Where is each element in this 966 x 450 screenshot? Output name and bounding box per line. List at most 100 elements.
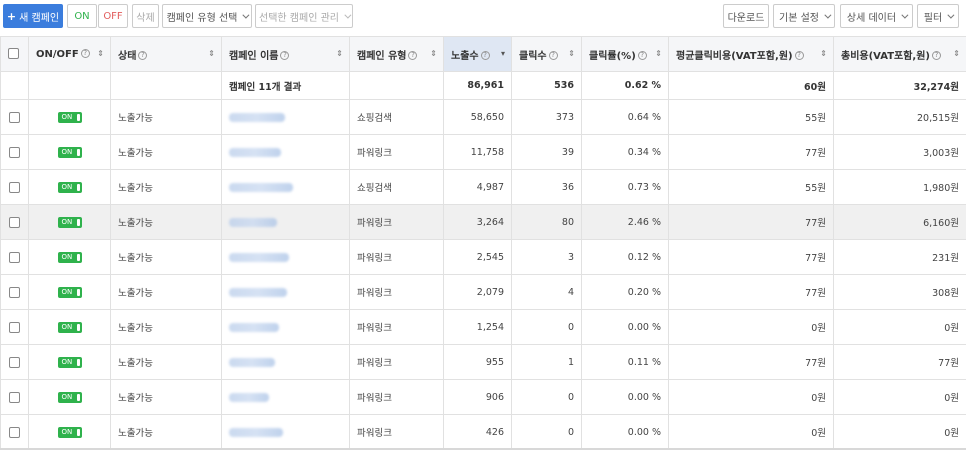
filter-dropdown[interactable]: 필터 [917,4,959,28]
detail-data-dropdown[interactable]: 상세 데이터 [840,4,913,28]
basic-settings-label: 기본 설정 [779,12,819,24]
table-row[interactable]: ON 노출가능 파워링크 1,254 0 0.00 % 0원 0원 [0,309,966,345]
campaign-name-link[interactable] [229,427,283,437]
onoff-toggle[interactable]: ON [57,392,82,403]
sort-desc-icon[interactable]: ▾ [501,49,505,58]
campaign-name-cell[interactable] [221,99,350,135]
column-header-name[interactable]: 캠페인 이름? ⇕ [221,36,350,72]
row-checkbox[interactable] [9,216,20,228]
campaign-name-link[interactable] [229,252,289,262]
campaign-type-select[interactable]: 캠페인 유형 선택 [162,4,252,28]
column-header-onoff[interactable]: ON/OFF? ⇕ [28,36,111,72]
help-icon[interactable]: ? [408,51,418,60]
onoff-toggle[interactable]: ON [57,147,82,158]
download-button[interactable]: 다운로드 [723,4,769,28]
total-cost-cell: 6,160원 [833,204,966,240]
campaign-name-link[interactable] [229,357,275,367]
sort-icon[interactable]: ⇕ [430,49,437,58]
campaign-name-cell[interactable] [221,239,350,275]
campaign-name-cell[interactable] [221,309,350,345]
table-row[interactable]: ON 노출가능 파워링크 906 0 0.00 % 0원 0원 [0,379,966,415]
onoff-toggle[interactable]: ON [57,112,82,123]
help-icon[interactable]: ? [637,51,647,60]
sort-icon[interactable]: ⇕ [568,49,575,58]
row-checkbox[interactable] [9,111,20,123]
sort-icon[interactable]: ⇕ [97,49,104,58]
row-checkbox[interactable] [9,181,20,193]
column-header-impressions[interactable]: 노출수? ▾ [443,36,512,72]
column-header-clicks[interactable]: 클릭수? ⇕ [511,36,582,72]
column-header-status[interactable]: 상태? ⇕ [110,36,222,72]
help-icon[interactable]: ? [548,51,558,60]
sort-icon[interactable]: ⇕ [655,49,662,58]
total-cost-cell: 0원 [833,309,966,345]
onoff-toggle[interactable]: ON [57,182,82,193]
column-header-avg-cpc[interactable]: 평균클릭비용(VAT포함,원)? ⇕ [668,36,834,72]
campaign-name-cell[interactable] [221,379,350,415]
row-select-cell [0,204,29,240]
row-checkbox[interactable] [9,146,20,158]
impressions-cell: 1,254 [443,309,512,345]
column-header-ctr[interactable]: 클릭률(%)? ⇕ [581,36,669,72]
campaign-name-link[interactable] [229,287,287,297]
row-checkbox[interactable] [9,356,20,368]
campaign-name-cell[interactable] [221,134,350,170]
status-cell: 노출가능 [110,204,222,240]
sort-icon[interactable]: ⇕ [336,49,343,58]
ctr-cell: 0.00 % [581,309,669,345]
onoff-toggle[interactable]: ON [57,287,82,298]
new-campaign-button[interactable]: + 새 캠페인 [3,4,63,28]
help-icon[interactable]: ? [480,51,490,60]
table-row[interactable]: ON 노출가능 파워링크 2,545 3 0.12 % 77원 231원 [0,239,966,275]
campaign-name-cell[interactable] [221,344,350,380]
campaign-name-link[interactable] [229,322,279,332]
campaign-name-link[interactable] [229,112,285,122]
campaign-name-cell[interactable] [221,204,350,240]
select-all-checkbox[interactable] [8,48,19,60]
onoff-toggle[interactable]: ON [57,252,82,263]
campaign-name-link[interactable] [229,392,269,402]
row-checkbox[interactable] [9,286,20,298]
row-checkbox[interactable] [9,391,20,403]
onoff-toggle[interactable]: ON [57,427,82,438]
row-checkbox[interactable] [9,426,20,438]
basic-settings-dropdown[interactable]: 기본 설정 [773,4,835,28]
column-header-total-cost[interactable]: 총비용(VAT포함,원)? ⇕ [833,36,966,72]
ctr-cell: 0.20 % [581,274,669,310]
manage-selected-dropdown[interactable]: 선택한 캠페인 관리 [255,4,353,28]
table-row[interactable]: ON 노출가능 쇼핑검색 58,650 373 0.64 % 55원 20,515원 [0,99,966,135]
campaign-name-cell[interactable] [221,169,350,205]
chevron-down-icon [901,11,909,19]
help-icon[interactable]: ? [931,51,941,60]
campaign-name-cell[interactable] [221,274,350,310]
campaign-name-cell[interactable] [221,414,350,450]
table-row[interactable]: ON 노출가능 파워링크 426 0 0.00 % 0원 0원 [0,414,966,450]
sort-icon[interactable]: ⇕ [208,49,215,58]
summary-ctr: 0.62 % [581,71,669,100]
campaign-name-link[interactable] [229,147,281,157]
help-icon[interactable]: ? [138,51,148,60]
column-header-type[interactable]: 캠페인 유형? ⇕ [349,36,444,72]
sort-icon[interactable]: ⇕ [820,49,827,58]
help-icon[interactable]: ? [80,49,90,58]
campaign-name-link[interactable] [229,182,293,192]
table-row[interactable]: ON 노출가능 파워링크 11,758 39 0.34 % 77원 3,003원 [0,134,966,170]
table-row[interactable]: ON 노출가능 파워링크 2,079 4 0.20 % 77원 308원 [0,274,966,310]
onoff-toggle[interactable]: ON [57,322,82,333]
onoff-toggle[interactable]: ON [57,357,82,368]
help-icon[interactable]: ? [280,51,290,60]
campaign-type-cell: 파워링크 [349,309,444,345]
row-checkbox[interactable] [9,321,20,333]
help-icon[interactable]: ? [794,51,804,60]
delete-button[interactable]: 삭제 [132,4,159,28]
table-row[interactable]: ON 노출가능 쇼핑검색 4,987 36 0.73 % 55원 1,980원 [0,169,966,205]
sort-icon[interactable]: ⇕ [953,49,960,58]
row-checkbox[interactable] [9,251,20,263]
table-row[interactable]: ON 노출가능 파워링크 3,264 80 2.46 % 77원 6,160원 [0,204,966,240]
onoff-toggle[interactable]: ON [57,217,82,228]
campaign-name-link[interactable] [229,217,277,227]
table-row[interactable]: ON 노출가능 파워링크 955 1 0.11 % 77원 77원 [0,344,966,380]
off-button[interactable]: OFF [98,4,128,28]
summary-impressions: 86,961 [443,71,512,100]
on-button[interactable]: ON [67,4,97,28]
